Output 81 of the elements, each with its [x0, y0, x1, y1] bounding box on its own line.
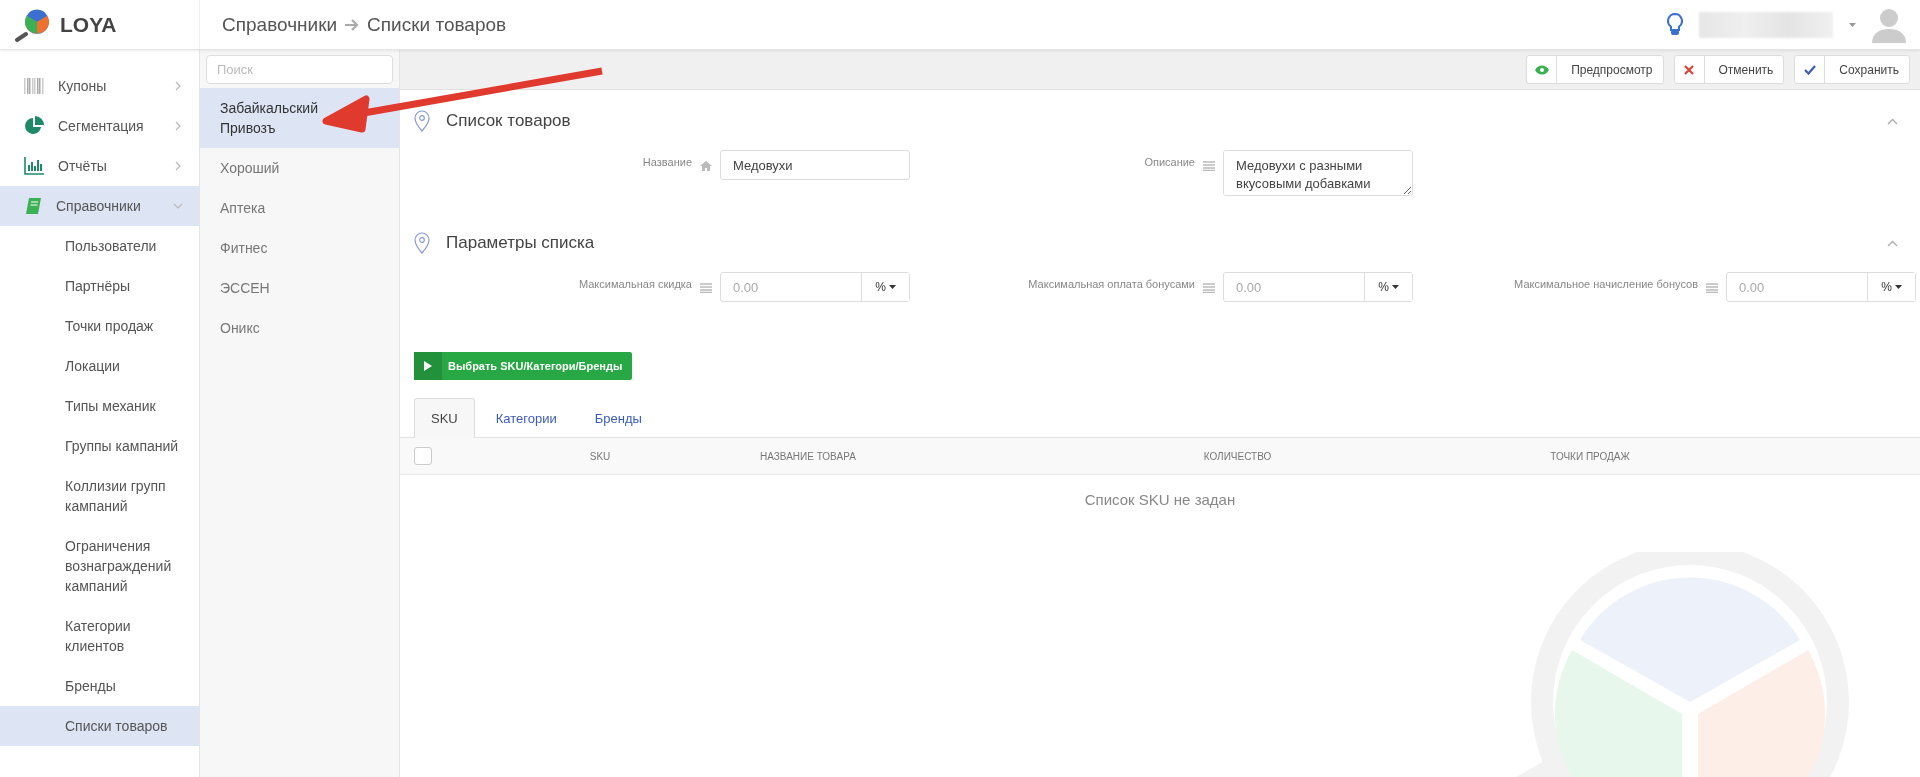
column-header: НАЗВАНИЕ ТОВАРА: [759, 450, 857, 462]
description-field[interactable]: Медовухи с разными вкусовыми добавками: [1223, 150, 1413, 196]
unit-dropdown[interactable]: %: [861, 273, 909, 301]
search-field[interactable]: Поиск: [206, 55, 393, 84]
lines-icon: [700, 283, 712, 293]
name-field[interactable]: Медовухи: [720, 150, 910, 180]
eye-icon: [1534, 64, 1549, 75]
section-title: Список товаров: [446, 111, 572, 131]
chevron-icon: [173, 81, 183, 91]
location-pin-icon: [414, 232, 430, 254]
sidebar-item[interactable]: Бренды: [0, 666, 199, 706]
sidebar-item[interactable]: Отчёты: [0, 146, 199, 186]
home-icon: [700, 161, 712, 171]
field-label: Максимальная оплата бонусами: [1027, 277, 1195, 290]
bar-chart-icon: [24, 157, 44, 175]
book-icon: [24, 197, 42, 215]
pie-chart-icon: [24, 116, 44, 136]
field-label: Максимальная скидка: [577, 277, 692, 290]
barcode-icon: [24, 78, 44, 94]
toolbar-button[interactable]: Отменить: [1673, 55, 1785, 84]
breadcrumb-item[interactable]: Справочники: [222, 13, 338, 36]
unit-dropdown[interactable]: %: [1364, 273, 1412, 301]
arrow-right-icon: [345, 18, 360, 31]
chevron-icon: [173, 161, 183, 171]
list-item[interactable]: ЭССЕН: [200, 268, 399, 308]
caret-icon[interactable]: [1849, 22, 1856, 27]
chevron-icon: [173, 201, 183, 211]
sidebar-item[interactable]: Типы механик: [0, 386, 199, 426]
field-label: Название: [641, 155, 692, 168]
caret-icon: [1391, 285, 1399, 289]
list-item[interactable]: Оникс: [200, 308, 399, 348]
field-label: Максимальное начисление бонусов: [1513, 277, 1698, 290]
sidebar-item[interactable]: Группы кампаний: [0, 426, 199, 466]
collapse-icon[interactable]: [1887, 239, 1898, 247]
list-item[interactable]: Аптека: [200, 188, 399, 228]
unit-dropdown[interactable]: %: [1867, 273, 1915, 301]
sidebar-item[interactable]: Коллизии групп кампаний: [0, 466, 199, 526]
logo-text: LOYA: [60, 12, 117, 37]
amount-field[interactable]: 0.00 %: [1726, 272, 1916, 302]
amount-field[interactable]: 0.00 %: [1223, 272, 1413, 302]
list-item[interactable]: Забайкальский Привозъ: [200, 88, 399, 148]
sidebar-item[interactable]: Справочники: [0, 186, 199, 226]
sidebar-item[interactable]: Купоны: [0, 66, 199, 106]
amount-field[interactable]: 0.00 %: [720, 272, 910, 302]
list-item[interactable]: Фитнес: [200, 228, 399, 268]
sidebar-item[interactable]: Пользователи: [0, 226, 199, 266]
caret-icon: [1894, 285, 1902, 289]
logo-icon: [14, 7, 52, 42]
checkmark-icon: [1803, 64, 1816, 75]
tab[interactable]: Бренды: [577, 398, 659, 438]
breadcrumb-item: Списки товаров: [367, 13, 507, 36]
sidebar-item[interactable]: Партнёры: [0, 266, 199, 306]
sidebar-item[interactable]: Сегментация: [0, 106, 199, 146]
chevron-icon: [173, 121, 183, 131]
tab[interactable]: Категории: [478, 398, 574, 438]
sidebar-item[interactable]: Точки продаж: [0, 306, 199, 346]
toolbar-button[interactable]: Сохранить: [1794, 55, 1910, 84]
column-header: КОЛИЧЕСТВО: [1202, 450, 1273, 462]
lightbulb-icon[interactable]: [1667, 12, 1683, 37]
lines-icon: [1203, 283, 1215, 293]
caret-icon: [888, 285, 896, 289]
lines-icon: [1706, 283, 1718, 293]
location-pin-icon: [414, 110, 430, 132]
lines-icon: [1203, 161, 1215, 171]
sidebar-item[interactable]: Локации: [0, 346, 199, 386]
avatar-icon[interactable]: [1872, 6, 1906, 43]
collapse-icon[interactable]: [1887, 117, 1898, 125]
close-icon: [1684, 64, 1694, 75]
sidebar-item[interactable]: Категории клиентов: [0, 606, 199, 666]
list-item[interactable]: Хороший: [200, 148, 399, 188]
column-header: SKU: [588, 450, 612, 462]
checkbox[interactable]: [414, 447, 432, 465]
toolbar-button[interactable]: Предпросмотр: [1526, 55, 1664, 84]
section-title: Параметры списка: [446, 233, 596, 253]
tab[interactable]: SKU: [414, 398, 475, 438]
sidebar-item[interactable]: Ограничения вознаграждений кампаний: [0, 526, 199, 606]
play-icon: [424, 361, 432, 371]
sidebar-item[interactable]: Списки товаров: [0, 706, 199, 746]
field-label: Описание: [1143, 155, 1195, 168]
empty-message: Список SKU не задан: [1083, 490, 1237, 508]
column-header: ТОЧКИ ПРОДАЖ: [1549, 450, 1631, 462]
